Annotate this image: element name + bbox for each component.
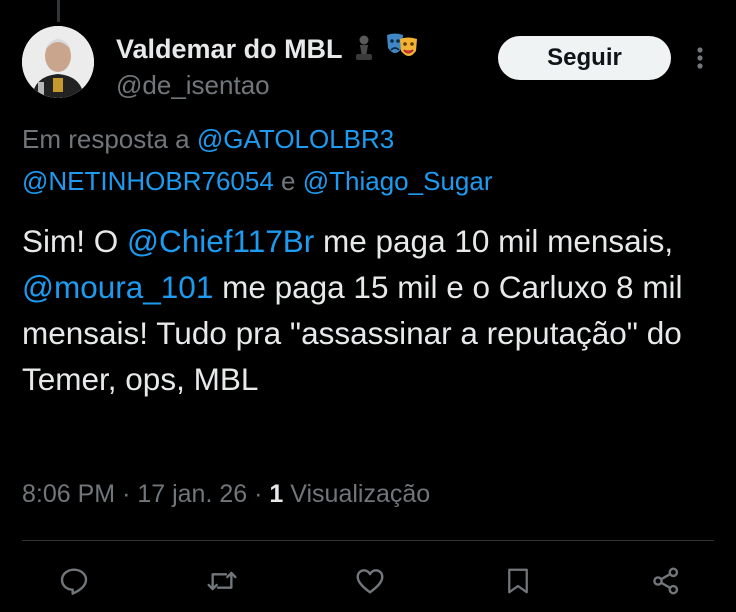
tweet-date[interactable]: 17 jan. 26 (137, 480, 247, 508)
avatar[interactable] (22, 26, 94, 98)
bookmark-icon[interactable] (498, 561, 538, 601)
theater-masks-icon (385, 32, 419, 69)
tweet-meta: 8:06 PM · 17 jan. 26 · 1 Visualização (22, 480, 430, 509)
tweet-header: Valdemar do MBL @de_isentao Seguir (22, 26, 722, 102)
reply-icon[interactable] (54, 561, 94, 601)
thread-connector-line (57, 0, 60, 22)
reply-context: Em resposta a @GATOLOLBR3 @NETINHOBR7605… (22, 118, 712, 202)
more-options-icon[interactable] (692, 42, 708, 74)
reply-mention-link[interactable]: @GATOLOLBR3 (197, 124, 394, 154)
author-handle[interactable]: @de_isentao (116, 70, 270, 101)
tweet-text: Sim! O @Chief117Br me paga 10 mil mensai… (22, 218, 716, 402)
tweet-text-segment: me paga 10 mil mensais, (314, 223, 674, 259)
tweet-time[interactable]: 8:06 PM (22, 480, 115, 508)
like-icon[interactable] (350, 561, 390, 601)
meta-separator: · (122, 480, 131, 508)
share-icon[interactable] (646, 561, 686, 601)
action-bar (48, 561, 698, 601)
tweet-mention-link[interactable]: @Chief117Br (127, 223, 314, 259)
reply-conjunction: e (281, 166, 296, 196)
divider (22, 540, 714, 541)
repost-icon[interactable] (202, 561, 242, 601)
reply-mention-link[interactable]: @NETINHOBR76054 (22, 166, 274, 196)
follow-button[interactable]: Seguir (498, 36, 671, 80)
views-count: 1 (269, 480, 284, 508)
reply-mention-link[interactable]: @Thiago_Sugar (303, 166, 493, 196)
author-name[interactable]: Valdemar do MBL (116, 32, 419, 69)
reply-prefix: Em resposta a (22, 124, 190, 154)
views-label: Visualização (290, 480, 431, 508)
author-name-text: Valdemar do MBL (116, 34, 343, 64)
tweet-text-segment: Sim! O (22, 223, 128, 259)
tweet-mention-link[interactable]: @moura_101 (22, 269, 213, 305)
chess-pawn-icon (354, 34, 374, 69)
meta-separator: · (254, 480, 263, 508)
